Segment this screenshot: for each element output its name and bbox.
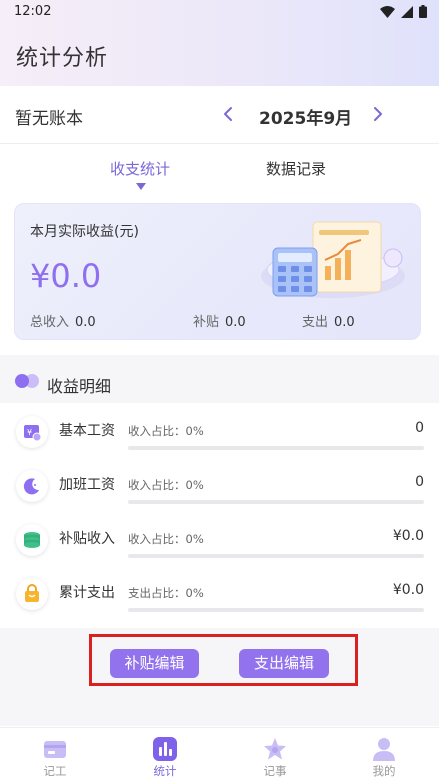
detail-ratio: 收入占比：0% <box>128 424 204 438</box>
total-subsidy: 补贴 0.0 <box>193 311 246 330</box>
active-tab-indicator <box>136 183 146 190</box>
ratio-progress-bar <box>128 608 424 612</box>
total-expense: 支出 0.0 <box>302 311 355 330</box>
net-income-amount: ¥0.0 <box>30 257 102 295</box>
next-month-button[interactable] <box>368 100 388 128</box>
page-title: 统计分析 <box>16 46 109 71</box>
tab-income-expense-stats[interactable]: 收支统计 <box>110 158 170 179</box>
total-income: 总收入 0.0 <box>30 311 96 330</box>
calculator-report-illustration <box>261 221 405 298</box>
detail-label: 加班工资 <box>59 477 115 493</box>
detail-ratio: 收入占比：0% <box>128 532 204 546</box>
current-month[interactable]: 2025年9月 <box>259 104 352 129</box>
total-income-label: 总收入 <box>30 315 70 330</box>
monthly-summary-card: 本月实际收益(元) ¥0.0 总收入 0.0 补贴 0.0 支出 0.0 <box>14 203 421 340</box>
bar-chart-icon <box>153 737 177 761</box>
prev-month-button[interactable] <box>218 100 238 128</box>
detail-value: 0 <box>415 420 424 436</box>
detail-label: 基本工资 <box>59 423 115 439</box>
subsidy-label: 补贴 <box>193 315 220 330</box>
book-month-bar: 暂无账本 2025年9月 <box>0 86 439 144</box>
status-icons <box>380 5 427 18</box>
battery-icon <box>419 5 427 18</box>
ratio-progress-bar <box>128 554 424 558</box>
nav-item-notes[interactable]: 记事 <box>220 728 330 782</box>
detail-value: 0 <box>415 474 424 490</box>
nav-label: 记事 <box>263 764 287 778</box>
total-income-value: 0.0 <box>75 315 96 330</box>
expense-value: 0.0 <box>334 315 355 330</box>
signal-icon <box>401 5 413 18</box>
detail-label: 补贴收入 <box>59 531 115 547</box>
subsidy-value: 0.0 <box>225 315 246 330</box>
wifi-icon <box>380 5 395 18</box>
person-icon <box>373 738 395 761</box>
status-bar: 12:02 <box>0 0 439 24</box>
detail-ratio: 支出占比：0% <box>128 586 204 600</box>
expense-edit-button[interactable]: 支出编辑 <box>239 649 329 678</box>
detail-ratio: 收入占比：0% <box>128 478 204 492</box>
detail-row-total-expense[interactable]: 累计支出 支出占比：0% ¥0.0 <box>0 566 439 620</box>
toggle-dots-icon <box>15 374 39 388</box>
bottom-navigation: 记工 统计 记事 我的 <box>0 727 439 782</box>
card-icon <box>44 741 66 758</box>
star-icon <box>264 738 286 760</box>
detail-value: ¥0.0 <box>392 528 424 544</box>
ratio-progress-bar <box>128 500 424 504</box>
nav-item-work-record[interactable]: 记工 <box>0 728 110 782</box>
coins-icon <box>16 524 48 556</box>
detail-label: 累计支出 <box>59 585 115 601</box>
nav-item-profile[interactable]: 我的 <box>329 728 439 782</box>
shopping-bag-icon <box>16 578 48 610</box>
nav-label: 统计 <box>153 764 177 778</box>
income-detail-header: 收益明细 <box>0 355 439 403</box>
ledger-selector[interactable]: 暂无账本 <box>15 104 83 129</box>
section-title: 收益明细 <box>47 377 112 396</box>
moon-icon <box>16 470 48 502</box>
expense-label: 支出 <box>302 315 329 330</box>
detail-row-subsidy[interactable]: 补贴收入 收入占比：0% ¥0.0 <box>0 512 439 566</box>
tab-data-records[interactable]: 数据记录 <box>266 158 326 179</box>
svg-text:¥: ¥ <box>27 428 32 437</box>
nav-label: 我的 <box>372 764 396 778</box>
nav-label: 记工 <box>43 764 67 778</box>
nav-item-statistics[interactable]: 统计 <box>110 728 220 782</box>
status-time: 12:02 <box>14 4 52 19</box>
subsidy-edit-button[interactable]: 补贴编辑 <box>110 649 199 678</box>
salary-icon: ¥ <box>16 416 48 448</box>
summary-title: 本月实际收益(元) <box>30 224 139 240</box>
detail-value: ¥0.0 <box>392 582 424 598</box>
ratio-progress-bar <box>128 446 424 450</box>
detail-row-basic-salary[interactable]: ¥ 基本工资 收入占比：0% 0 <box>0 404 439 458</box>
detail-row-overtime[interactable]: 加班工资 收入占比：0% 0 <box>0 458 439 512</box>
